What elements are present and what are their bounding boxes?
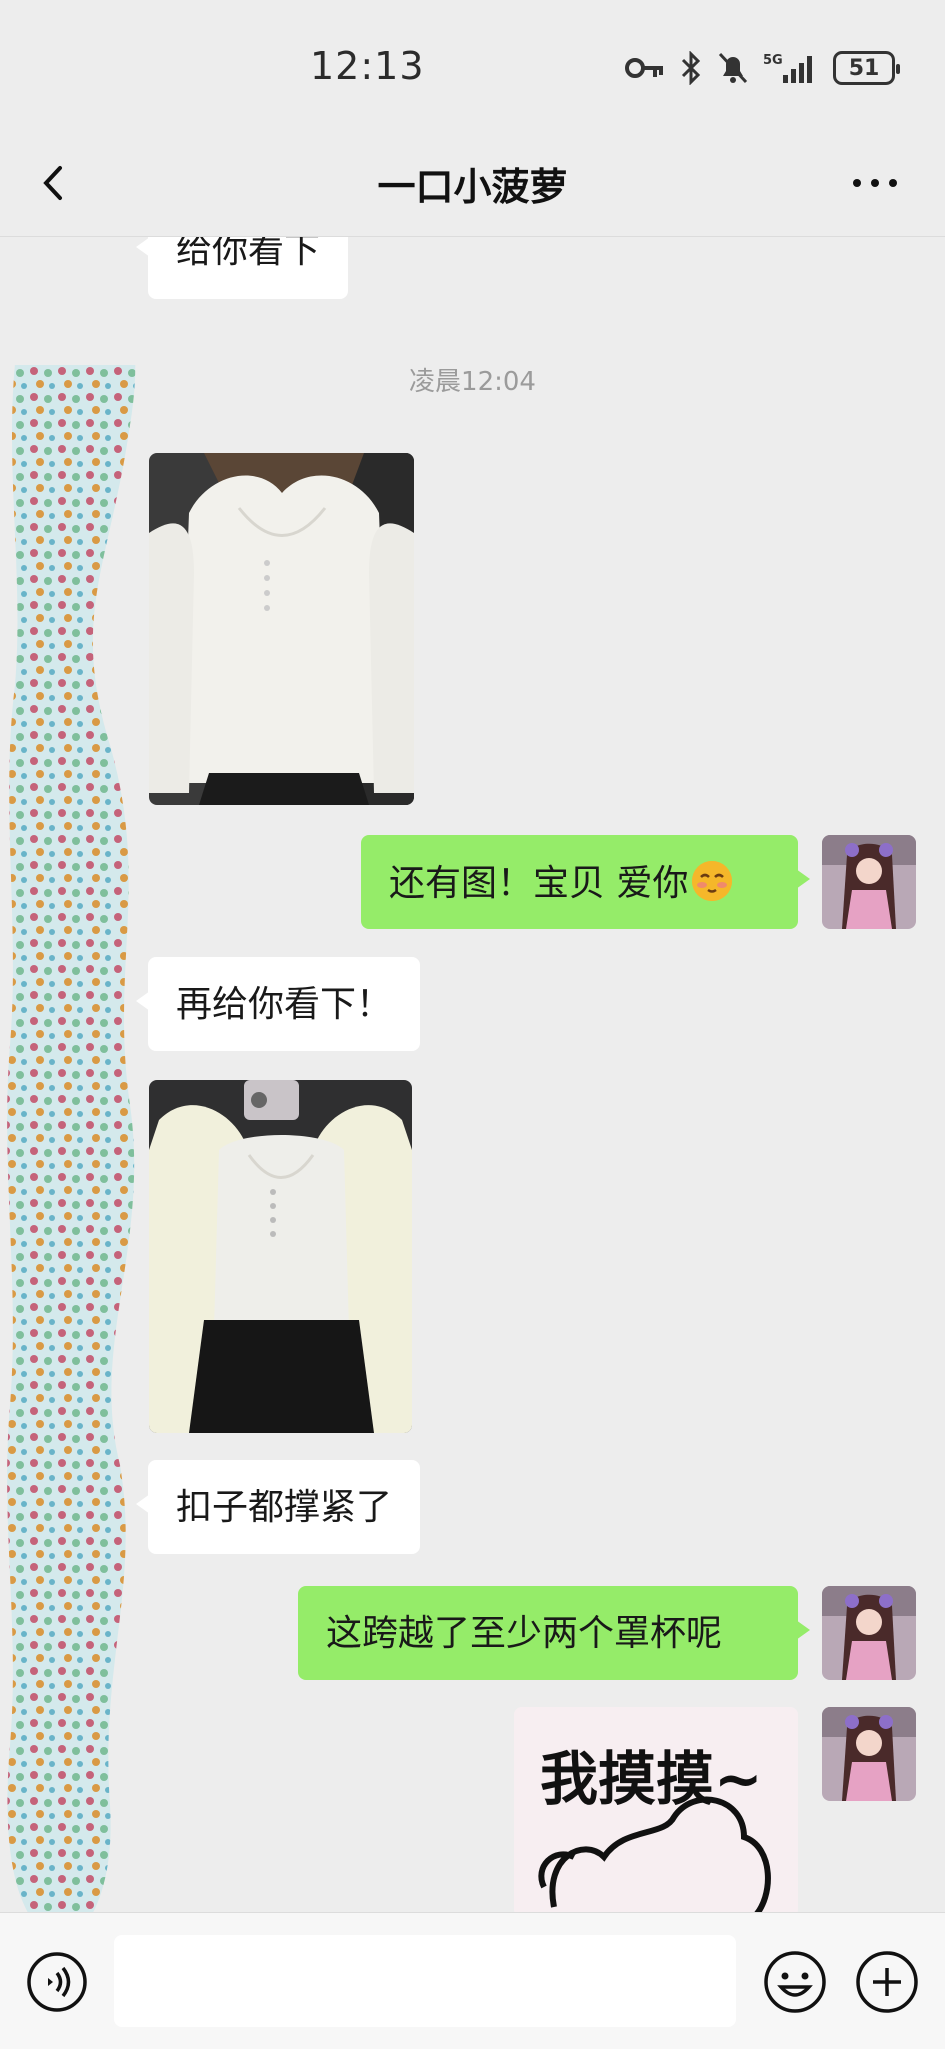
battery-icon: 51 xyxy=(833,51,900,85)
chat-header: 一口小菠萝 xyxy=(0,130,945,237)
smiley-icon xyxy=(764,1951,826,2013)
message-incoming[interactable]: 再给你看下！ xyxy=(135,957,421,1051)
my-avatar[interactable] xyxy=(822,1586,916,1680)
status-time: 12:13 xyxy=(310,44,425,88)
message-text: 再给你看下！ xyxy=(176,984,393,1025)
message-sticker[interactable]: 我摸摸~ xyxy=(514,1707,798,1912)
message-timestamp: 凌晨12:04 xyxy=(409,367,536,397)
network-label: 5G xyxy=(763,53,783,68)
more-functions-button[interactable] xyxy=(854,1949,920,2015)
message-text: 扣子都撑紧了 xyxy=(176,1487,393,1528)
message-outgoing[interactable]: 这跨越了至少两个罩杯呢 xyxy=(298,1586,810,1680)
chat-title: 一口小菠萝 xyxy=(377,165,568,209)
voice-icon xyxy=(27,1952,87,2012)
message-outgoing[interactable]: 还有图！宝贝 爱你 xyxy=(361,835,810,929)
my-avatar[interactable] xyxy=(822,1707,916,1801)
plus-icon xyxy=(856,1951,918,2013)
mute-bell-icon xyxy=(717,51,749,85)
obscured-avatar-strip xyxy=(7,365,136,1912)
message-incoming[interactable]: 扣子都撑紧了 xyxy=(135,1460,421,1554)
sticker-image: 我摸摸~ xyxy=(514,1707,798,1912)
message-input[interactable] xyxy=(114,1935,736,2027)
key-icon xyxy=(625,55,665,81)
input-bar xyxy=(0,1912,945,2049)
voice-input-button[interactable] xyxy=(26,1951,88,2013)
bluetooth-icon xyxy=(679,51,703,85)
message-image[interactable] xyxy=(149,453,414,805)
sticker-text: 我摸摸~ xyxy=(540,1745,763,1813)
message-text: 这跨越了至少两个罩杯呢 xyxy=(326,1613,723,1654)
battery-level: 51 xyxy=(848,55,880,81)
photo-image xyxy=(149,1080,412,1433)
my-avatar[interactable] xyxy=(822,835,916,929)
blushing-face-icon xyxy=(692,861,733,901)
chat-messages[interactable]: 给你看下 凌晨12:04 还有图！宝贝 爱你 再给你看下！ 扣子都撑紧了 这跨越… xyxy=(0,237,945,1912)
signal-5g-icon: 5G xyxy=(763,51,819,85)
more-button[interactable] xyxy=(845,160,905,206)
photo-image xyxy=(149,453,414,805)
status-icons: 5G 51 xyxy=(625,46,900,90)
more-dots-icon xyxy=(853,179,897,187)
status-bar: 12:13 5G 51 xyxy=(0,0,945,130)
message-text: 给你看下 xyxy=(176,237,321,271)
message-image[interactable] xyxy=(149,1080,412,1433)
message-incoming[interactable]: 给你看下 xyxy=(135,237,349,299)
message-text: 还有图！宝贝 爱你 xyxy=(389,863,689,904)
emoji-button[interactable] xyxy=(762,1949,828,2015)
